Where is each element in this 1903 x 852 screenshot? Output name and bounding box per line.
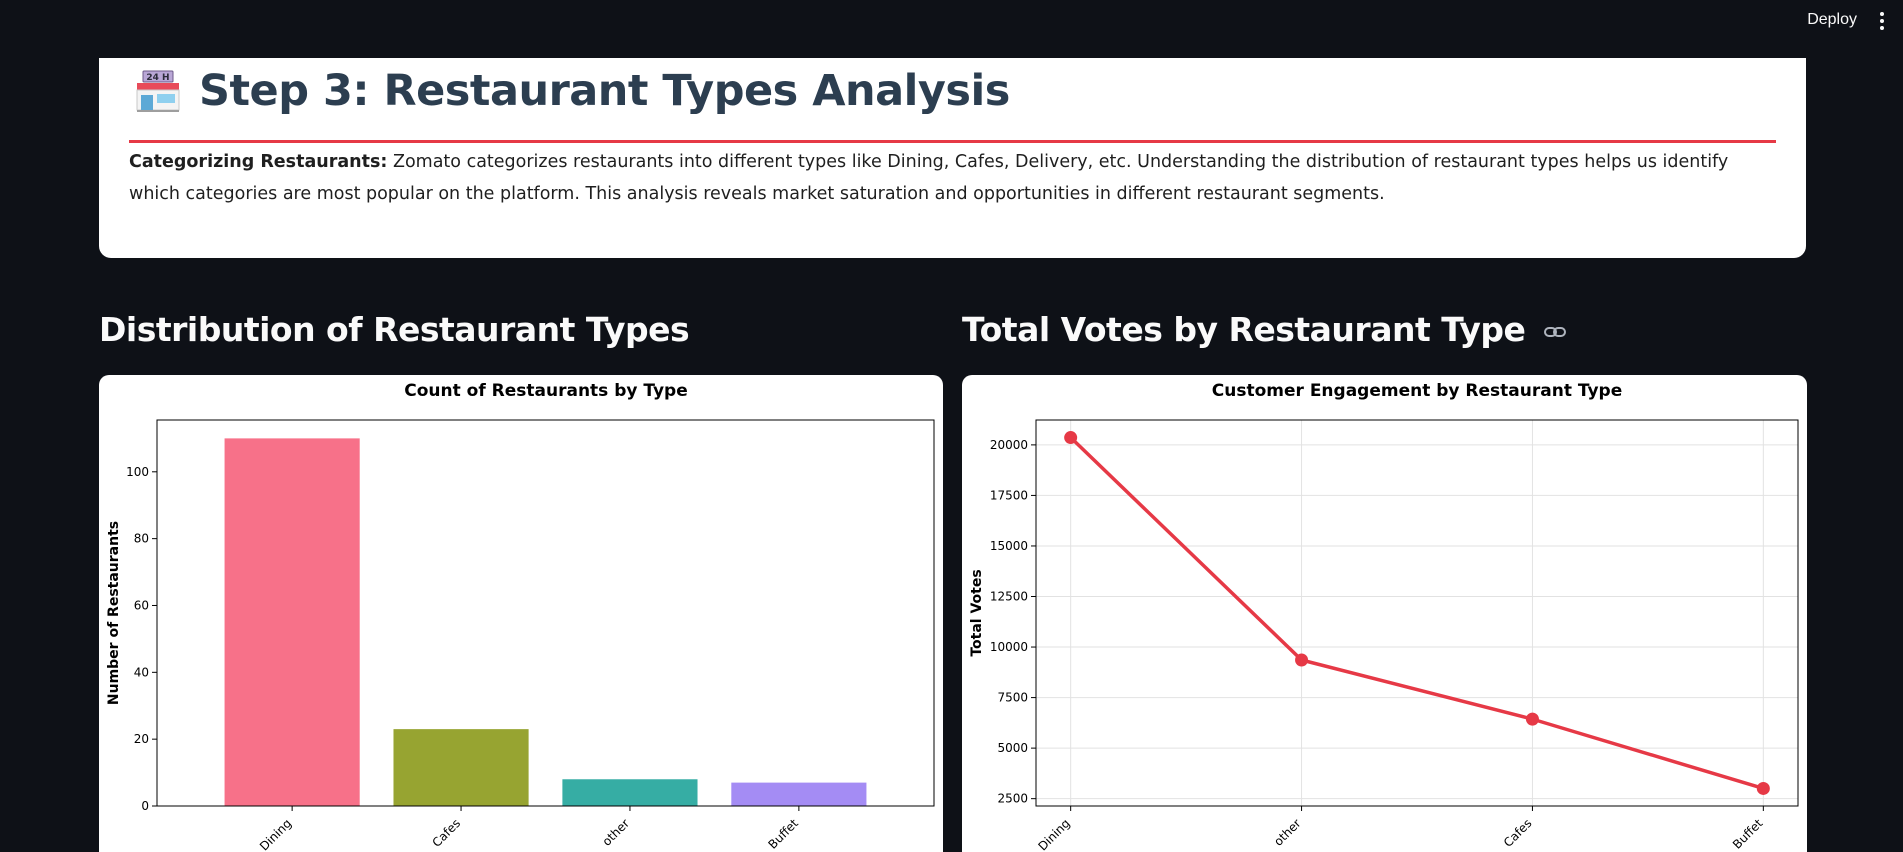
intro-card: 24 H Step 3: Restaurant Types Analysis C…	[99, 58, 1806, 258]
distribution-heading-text: Distribution of Restaurant Types	[99, 310, 690, 349]
votes-series-line	[1069, 436, 1764, 791]
distribution-heading: Distribution of Restaurant Types	[99, 310, 690, 349]
intro-paragraph: Categorizing Restaurants: Zomato categor…	[129, 146, 1779, 210]
link-icon[interactable]	[1544, 325, 1567, 339]
store-sign-text: 24 H	[146, 73, 169, 83]
bar-ytick-label: 20	[134, 732, 149, 746]
bar-cafes	[393, 729, 529, 806]
bar-chart-card: Count of Restaurants by Type Number of R…	[99, 375, 943, 852]
line-ytick-label: 12500	[990, 590, 1028, 604]
line-xtick-label: Buffet	[1730, 816, 1766, 852]
line-ytick-label: 17500	[990, 488, 1028, 502]
bar-ytick-label: 0	[141, 799, 149, 813]
line-ytick-label: 2500	[997, 792, 1028, 806]
bar-chart: Count of Restaurants by Type Number of R…	[106, 381, 935, 852]
line-ytick-label: 20000	[990, 438, 1028, 452]
bar-chart-title: Count of Restaurants by Type	[404, 381, 688, 401]
bar-xtick-label: Buffet	[765, 816, 801, 852]
title-divider	[129, 140, 1776, 143]
bar-ytick-label: 60	[134, 598, 149, 612]
bar-other	[562, 779, 698, 806]
top-toolbar: Deploy	[0, 0, 1903, 44]
line-chart-ylabel: Total Votes	[969, 569, 985, 656]
votes-heading-text: Total Votes by Restaurant Type	[962, 310, 1526, 349]
bar-dining	[224, 438, 360, 806]
line-chart-title: Customer Engagement by Restaurant Type	[1212, 381, 1622, 401]
intro-lead: Categorizing Restaurants:	[129, 152, 388, 172]
line-xtick-label: Cafes	[1501, 816, 1535, 850]
line-chart-card: Customer Engagement by Restaurant Type T…	[962, 375, 1807, 852]
votes-point-other	[1295, 653, 1309, 667]
votes-heading: Total Votes by Restaurant Type	[962, 310, 1567, 349]
line-ytick-label: 10000	[990, 640, 1028, 654]
bar-xtick-label: other	[600, 816, 633, 849]
bar-xtick-label: Cafes	[430, 816, 464, 850]
bar-ytick-label: 40	[134, 665, 149, 679]
line-ytick-label: 15000	[990, 539, 1028, 553]
convenience-store-icon: 24 H	[136, 70, 180, 112]
bar-xtick-label: Dining	[257, 816, 294, 852]
line-ytick-label: 7500	[997, 691, 1028, 705]
votes-point-buffet	[1756, 781, 1770, 795]
line-xtick-label: other	[1271, 816, 1304, 849]
line-xtick-label: Dining	[1035, 816, 1072, 852]
votes-point-dining	[1064, 431, 1078, 445]
bar-ytick-label: 80	[134, 532, 149, 546]
bar-chart-ylabel: Number of Restaurants	[106, 521, 122, 705]
deploy-button[interactable]: Deploy	[1807, 11, 1857, 29]
page-title: Step 3: Restaurant Types Analysis	[199, 66, 1010, 116]
bar-buffet	[731, 782, 867, 806]
line-chart: Customer Engagement by Restaurant Type T…	[969, 381, 1799, 852]
line-ytick-label: 5000	[997, 741, 1028, 755]
bar-ytick-label: 100	[126, 465, 149, 479]
vertical-dots-icon[interactable]	[1879, 12, 1885, 32]
votes-point-cafes	[1525, 712, 1539, 726]
